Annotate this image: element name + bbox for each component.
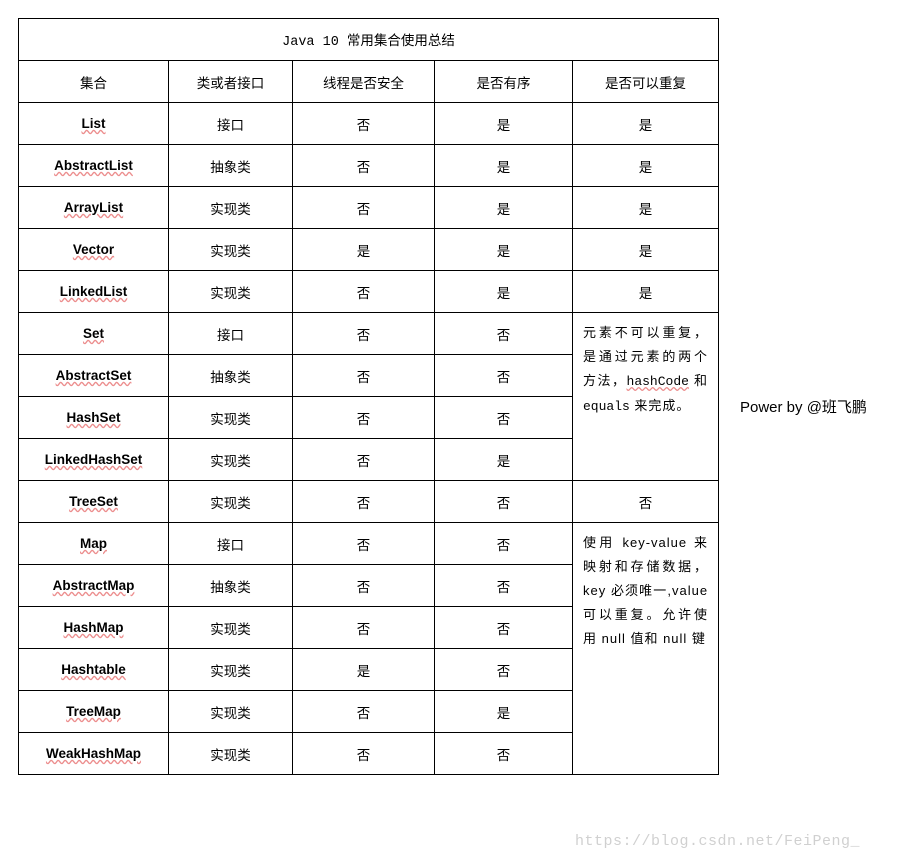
- collection-name: Hashtable: [61, 662, 126, 677]
- table-row: List 接口 否 是 是: [19, 103, 719, 145]
- collection-name: List: [81, 116, 105, 131]
- set-dup-note: 元素不可以重复，是通过元素的两个方法，hashCode 和 equals 来完成…: [573, 313, 719, 481]
- table-row: Set 接口 否 否 元素不可以重复，是通过元素的两个方法，hashCode 和…: [19, 313, 719, 355]
- collection-name: TreeMap: [66, 704, 121, 719]
- table-row: LinkedList 实现类 否 是 是: [19, 271, 719, 313]
- collection-name: Vector: [73, 242, 114, 257]
- collection-name: TreeSet: [69, 494, 118, 509]
- cell-dup: 是: [573, 103, 719, 145]
- csdn-watermark: https://blog.csdn.net/FeiPeng_: [575, 833, 860, 850]
- header-threadsafe: 线程是否安全: [293, 61, 435, 103]
- collection-name: AbstractSet: [56, 368, 132, 383]
- collection-name: HashSet: [66, 410, 120, 425]
- author-credit: Power by @班飞鹏: [740, 396, 867, 417]
- table-row: AbstractList 抽象类 否 是 是: [19, 145, 719, 187]
- map-dup-note: 使用 key-value 来映射和存储数据，key 必须唯一,value 可以重…: [573, 523, 719, 775]
- collection-name: HashMap: [63, 620, 123, 635]
- collection-name: LinkedList: [60, 284, 128, 299]
- table-header-row: 集合 类或者接口 线程是否安全 是否有序 是否可以重复: [19, 61, 719, 103]
- collection-name: WeakHashMap: [46, 746, 141, 761]
- header-dup: 是否可以重复: [573, 61, 719, 103]
- table-row: Map 接口 否 否 使用 key-value 来映射和存储数据，key 必须唯…: [19, 523, 719, 565]
- collections-summary-table: Java 10 常用集合使用总结 集合 类或者接口 线程是否安全 是否有序 是否…: [18, 18, 719, 775]
- collection-name: Set: [83, 326, 104, 341]
- collection-name: LinkedHashSet: [45, 452, 143, 467]
- table-row: ArrayList 实现类 否 是 是: [19, 187, 719, 229]
- cell-ordered: 是: [435, 103, 573, 145]
- header-type: 类或者接口: [169, 61, 293, 103]
- table-row: TreeSet 实现类 否 否 否: [19, 481, 719, 523]
- collection-name: AbstractList: [54, 158, 133, 173]
- header-collection: 集合: [19, 61, 169, 103]
- table-title-row: Java 10 常用集合使用总结: [19, 19, 719, 61]
- table-title: Java 10 常用集合使用总结: [19, 19, 719, 61]
- table-row: Vector 实现类 是 是 是: [19, 229, 719, 271]
- collection-name: AbstractMap: [53, 578, 135, 593]
- cell-type: 接口: [169, 103, 293, 145]
- collection-name: ArrayList: [64, 200, 123, 215]
- collection-name: Map: [80, 536, 107, 551]
- header-ordered: 是否有序: [435, 61, 573, 103]
- cell-safe: 否: [293, 103, 435, 145]
